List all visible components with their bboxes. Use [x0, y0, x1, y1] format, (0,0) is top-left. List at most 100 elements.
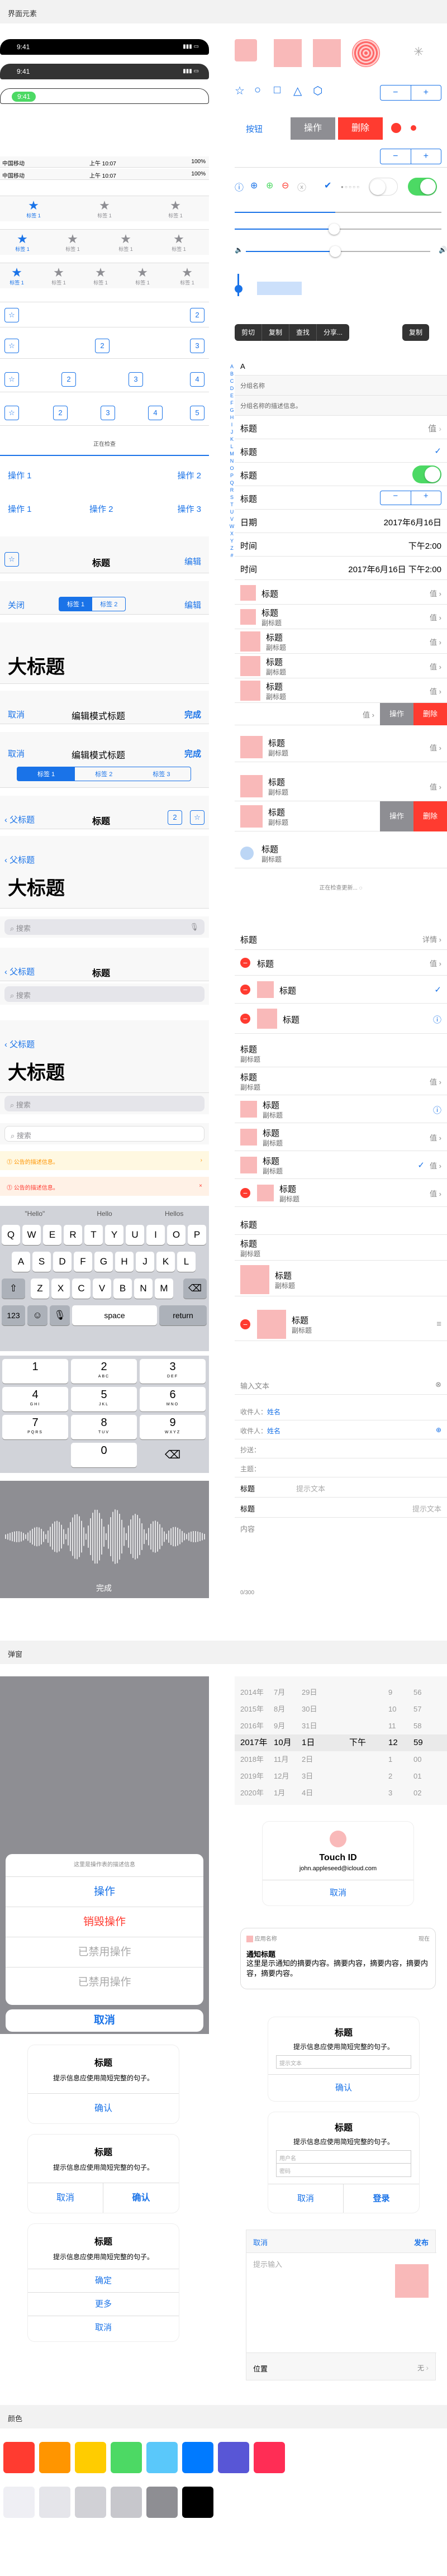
to-field[interactable]: 收件人：姓名 — [235, 1401, 447, 1420]
cc-field[interactable]: 抄送： — [235, 1439, 447, 1458]
table-row[interactable]: 标题 ✓ — [235, 439, 447, 463]
share-cancel[interactable]: 取消 — [253, 2237, 268, 2247]
table-row[interactable]: 标题值 › — [235, 581, 447, 605]
share-input[interactable]: 提示输入 — [246, 2252, 436, 2353]
key-Q[interactable]: Q — [2, 1225, 20, 1245]
table-row[interactable]: 标题 — [235, 1213, 447, 1235]
tab-item[interactable]: ★ 标签 1 — [159, 199, 192, 219]
table-row[interactable]: 时间 下午2:00 — [235, 533, 447, 557]
tab-item[interactable]: ★ 标签 1 — [109, 233, 142, 253]
password-field[interactable]: 密码 — [276, 2164, 411, 2177]
key-N[interactable]: N — [134, 1279, 153, 1299]
star-icon[interactable]: ☆ — [4, 339, 19, 353]
tab-item[interactable]: ★ 标签 1 — [0, 267, 34, 286]
tab-item[interactable]: ★ 标签 1 — [162, 233, 196, 253]
table-row[interactable]: 标题 副标题 — [235, 1263, 447, 1296]
table-row[interactable]: 标题 副标题值 › — [235, 605, 447, 629]
table-row[interactable]: − 标题值 › — [235, 950, 447, 976]
toolbar-button[interactable]: 2 — [95, 339, 110, 353]
numpad-key-6[interactable]: 6 MNO — [140, 1387, 206, 1411]
menu-cut[interactable]: 剪切 — [235, 324, 263, 341]
table-row[interactable]: − 标题 副标题值 › — [235, 1179, 447, 1207]
key-E[interactable]: E — [43, 1225, 61, 1245]
star-icon[interactable]: ☆ — [4, 552, 19, 567]
search-input[interactable]: ⌕ 搜索 — [4, 986, 205, 1002]
table-row[interactable]: 标题 副标题值 › — [235, 1123, 447, 1151]
key-M[interactable]: M — [155, 1279, 173, 1299]
stepper[interactable]: − + — [380, 149, 441, 164]
tab-item[interactable]: ★ 标签 1 — [170, 267, 204, 286]
key-F[interactable]: F — [74, 1252, 92, 1272]
content-textarea[interactable]: 内容 0/300 — [235, 1518, 447, 1601]
sheet-destroy[interactable]: 销毁操作 — [6, 1907, 203, 1937]
primary-button[interactable]: 按钮 — [246, 123, 263, 135]
search-input[interactable]: ⌕ 搜索 — [4, 1096, 205, 1111]
shift-key[interactable]: ⇧ — [2, 1279, 25, 1299]
numpad-key-3[interactable]: 3 DEF — [140, 1359, 206, 1384]
key-I[interactable]: I — [146, 1225, 165, 1245]
delete-button[interactable]: 删除 — [338, 117, 383, 140]
toolbar-button[interactable]: 4 — [148, 406, 163, 420]
numpad-key-4[interactable]: 4 GHI — [2, 1387, 68, 1411]
slider[interactable] — [235, 224, 447, 235]
alert-login-button[interactable]: 登录 — [344, 2184, 419, 2213]
table-row[interactable]: 标题 副标题 — [235, 1039, 447, 1067]
key-L[interactable]: L — [177, 1252, 196, 1272]
numpad-key-1[interactable]: 1 — [2, 1359, 68, 1384]
table-row[interactable]: − 标题 ⓘ — [235, 1004, 447, 1034]
toolbar-button[interactable]: 3 — [101, 406, 115, 420]
key-C[interactable]: C — [72, 1279, 91, 1299]
numpad-key-0[interactable]: 0 — [71, 1443, 137, 1467]
key-W[interactable]: W — [22, 1225, 41, 1245]
alert-cancel[interactable]: 取消 — [28, 2316, 179, 2339]
emoji-key[interactable]: ☺ — [27, 1305, 47, 1325]
table-row[interactable]: 标题 副标题值 › — [235, 678, 447, 703]
table-row[interactable]: − 标题 副标题 ≡ — [235, 1308, 447, 1341]
text-input[interactable]: 输入文本 ⊗ — [235, 1375, 447, 1395]
search-input[interactable]: ⌕ 搜索 🎙 — [4, 919, 205, 935]
numpad-key-5[interactable]: 5 JKL — [71, 1387, 137, 1411]
table-row[interactable]: 标题 副标题值 › — [235, 732, 447, 762]
table-row[interactable]: 标题 副标题 — [235, 1235, 447, 1261]
back-button[interactable]: ‹ 父标题 — [4, 854, 35, 866]
op-button[interactable]: 操作 — [380, 703, 413, 725]
tab-item[interactable]: ★ 标签 1 — [84, 267, 117, 286]
star-icon[interactable]: ☆ — [4, 308, 19, 322]
toolbar-button[interactable]: 2 — [53, 406, 68, 420]
alert-cancel[interactable]: 取消 — [28, 2183, 103, 2213]
alert-confirm[interactable]: 确定 — [28, 2269, 179, 2292]
back-button[interactable]: ‹ 父标题 — [4, 814, 35, 825]
date-picker[interactable]: 2014年 7月 29日 9 56 2015年 8月 30日 10 57 2016年 9月 31日 11 5… — [235, 1676, 447, 1805]
stepper[interactable]: − + — [380, 491, 441, 505]
key-B[interactable]: B — [113, 1279, 132, 1299]
key-K[interactable]: K — [156, 1252, 175, 1272]
toolbar-button[interactable]: 3 — [190, 339, 205, 353]
table-row[interactable]: 标题 副标题 — [235, 838, 447, 868]
table-row[interactable]: 标题 − + — [235, 486, 447, 510]
menu-find[interactable]: 查找 — [289, 324, 317, 341]
alert-input-field[interactable]: 提示文本 — [276, 2055, 411, 2069]
subject-field[interactable]: 主题： — [235, 1458, 447, 1477]
key-S[interactable]: S — [32, 1252, 51, 1272]
numpad-key-8[interactable]: 8 TUV — [71, 1415, 137, 1439]
table-row[interactable]: 标题 详情 › — [235, 928, 447, 950]
action-1[interactable]: 操作 1 — [8, 469, 32, 481]
toggle-on[interactable] — [412, 465, 441, 483]
alert-ok[interactable]: 确认 — [268, 2074, 419, 2101]
toolbar-button[interactable]: 2 — [61, 372, 76, 387]
tab-item[interactable]: ★ 标签 1 — [126, 267, 159, 286]
toggle-on[interactable] — [408, 178, 437, 196]
table-row[interactable]: 标题 副标题值 › — [235, 771, 447, 801]
share-post[interactable]: 发布 — [414, 2237, 429, 2247]
return-key[interactable]: return — [159, 1305, 207, 1325]
delete-button[interactable]: 删除 — [413, 703, 447, 725]
star-icon[interactable]: ☆ — [190, 810, 205, 825]
done-button[interactable]: 完成 — [184, 709, 201, 720]
key-G[interactable]: G — [94, 1252, 113, 1272]
action-3[interactable]: 操作 3 — [177, 503, 201, 515]
key-U[interactable]: U — [126, 1225, 144, 1245]
key-O[interactable]: O — [167, 1225, 186, 1245]
table-row[interactable]: 标题 副标题值 › — [235, 654, 447, 678]
table-row[interactable]: 标题 — [235, 463, 447, 486]
menu-copy[interactable]: 复制 — [402, 324, 430, 341]
